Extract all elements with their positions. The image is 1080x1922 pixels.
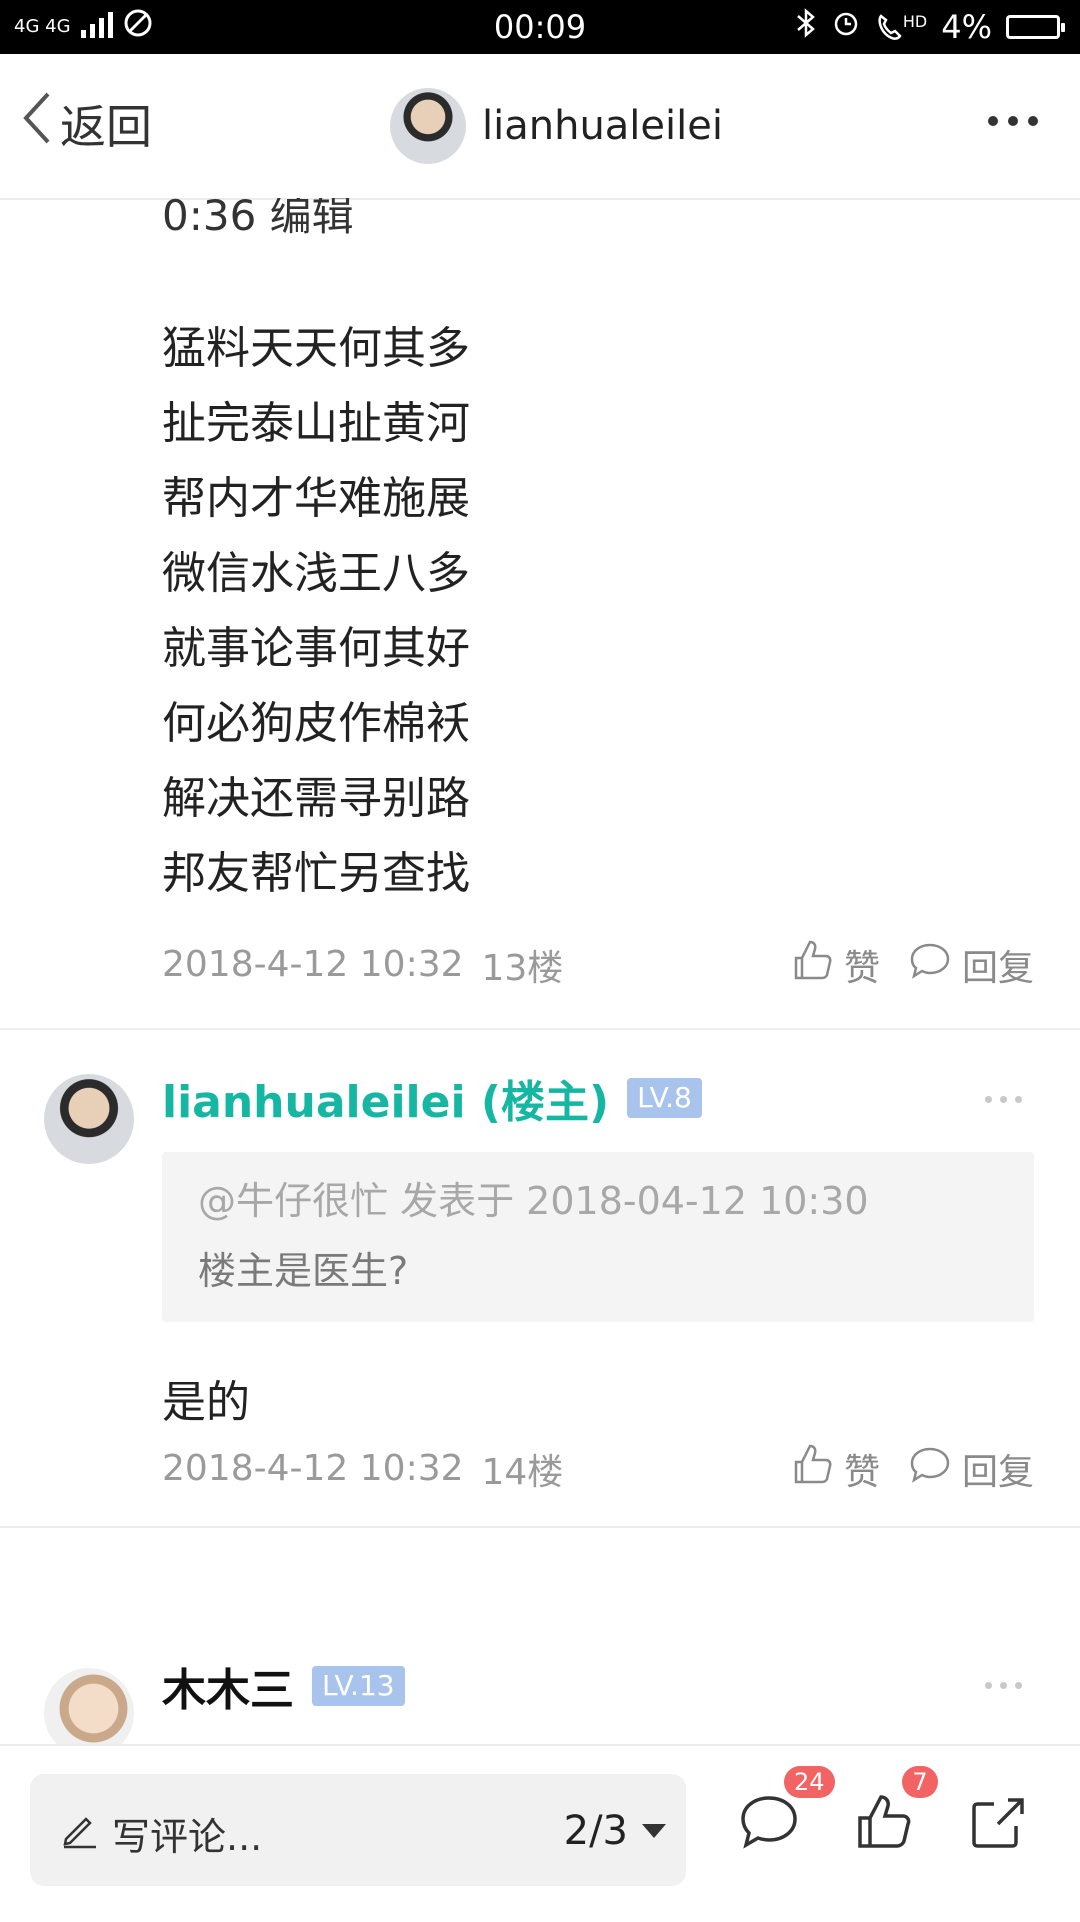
back-button[interactable]: 返回 [18,90,152,157]
more-dot [1015,1682,1022,1689]
chevron-left-icon [18,90,54,157]
like-button[interactable]: 赞 [790,938,880,991]
hd-call-icon: HD [875,12,927,42]
avatar[interactable] [390,88,466,164]
poem-line: 解决还需寻别路 [162,773,470,824]
reply-label: 回复 [961,947,1034,989]
reply-button[interactable]: 回复 [908,1443,1034,1495]
more-dot [985,1682,992,1689]
speech-bubble-icon [908,940,952,989]
more-dot [1015,1096,1022,1103]
comment-input-placeholder: 写评论... [60,1806,262,1861]
more-dot [1000,1682,1007,1689]
post-14-body: 是的 [162,1377,250,1428]
poem-line: 就事论事何其好 [162,623,470,674]
reply-button[interactable]: 回复 [908,939,1034,991]
caret-down-icon [642,1824,666,1838]
more-dot [1008,116,1018,126]
nav-user[interactable]: lianhualeilei [390,88,723,164]
poem-line: 扯完泰山扯黄河 [162,398,470,449]
author-row: 木木三 LV.13 [162,1654,405,1718]
comment-more-button[interactable] [985,1682,1022,1689]
bottom-bar: 写评论... 2/3 24 7 [0,1744,1080,1922]
comment-list[interactable]: 0:36 编辑 猛料天天何其多 扯完泰山扯黄河 帮内才华难施展 微信水浅王八多 … [0,198,1080,1744]
post-time: 2018-4-12 10:32 [162,944,464,985]
poem-line: 猛料天天何其多 [162,323,470,374]
thumbs-up-icon [854,1795,914,1856]
author-name[interactable]: 木木三 [162,1654,294,1718]
share-button[interactable] [968,1792,1034,1858]
divider [0,1526,1080,1528]
like-label: 赞 [843,947,880,989]
quote-meta: @牛仔很忙 发表于 2018-04-12 10:30 [198,1179,869,1223]
comment-more-button[interactable] [985,1096,1022,1103]
author-name[interactable]: lianhualeilei (楼主) [162,1066,609,1130]
author-row: lianhualeilei (楼主) LV.8 [162,1066,702,1130]
comment-placeholder: 写评论... [112,1815,263,1859]
poem-line: 邦友帮忙另查找 [162,848,470,899]
likes-badge: 7 [902,1766,938,1798]
more-menu-button[interactable] [988,116,1038,126]
comments-button[interactable]: 24 [738,1766,835,1858]
post-actions: 赞 回复 [790,1442,1034,1495]
comments-badge: 24 [784,1766,835,1798]
battery-icon [1006,15,1065,39]
like-label: 赞 [843,1451,880,1493]
post-actions: 赞 回复 [790,938,1034,991]
edit-note: 0:36 编辑 [162,198,354,240]
avatar[interactable] [44,1668,134,1744]
level-badge: LV.8 [627,1078,702,1118]
speech-bubble-icon [908,1444,952,1493]
hd-label: HD [902,12,928,31]
status-bar: 4G 4G 00:09 HD 4% [0,0,1080,54]
reply-label: 回复 [961,1451,1034,1493]
quoted-comment: @牛仔很忙 发表于 2018-04-12 10:30 楼主是医生? [162,1152,1034,1322]
more-dot [988,116,998,126]
floor-number: 14楼 [481,1451,564,1493]
post-time: 2018-4-12 10:32 [162,1448,464,1489]
page-selector[interactable]: 2/3 [564,1808,666,1854]
more-dot [1028,116,1038,126]
like-post-button[interactable]: 7 [854,1766,938,1858]
battery-percent: 4% [941,8,992,46]
speech-bubble-icon [738,1796,800,1854]
pencil-icon [60,1809,100,1858]
more-dot [1000,1096,1007,1103]
divider [0,1028,1080,1030]
floor-number: 13楼 [481,947,564,989]
post-14-meta: 2018-4-12 10:32 14楼 赞 回复 [162,1442,1034,1495]
post-13-body: 猛料天天何其多 扯完泰山扯黄河 帮内才华难施展 微信水浅王八多 就事论事何其好 … [162,311,470,911]
status-right: HD 4% [795,8,1065,46]
back-label: 返回 [60,99,152,154]
page-number: 2/3 [563,1808,628,1854]
poem-line: 帮内才华难施展 [162,473,470,524]
post-13-meta: 2018-4-12 10:32 13楼 赞 回复 [162,938,1034,991]
level-badge: LV.13 [312,1666,405,1706]
alarm-icon [831,8,861,46]
avatar[interactable] [44,1074,134,1164]
nav-username: lianhualeilei [482,103,723,149]
poem-line: 微信水浅王八多 [162,548,470,599]
thumbs-up-icon [790,938,834,991]
more-dot [985,1096,992,1103]
quote-text: 楼主是医生? [198,1249,409,1293]
comment-input[interactable]: 写评论... 2/3 [30,1774,686,1886]
thumbs-up-icon [790,1442,834,1495]
like-button[interactable]: 赞 [790,1442,880,1495]
poem-line: 何必狗皮作棉袄 [162,698,470,749]
share-icon [968,1798,1028,1856]
nav-bar: 返回 lianhualeilei [0,54,1080,200]
bluetooth-icon [795,8,817,46]
